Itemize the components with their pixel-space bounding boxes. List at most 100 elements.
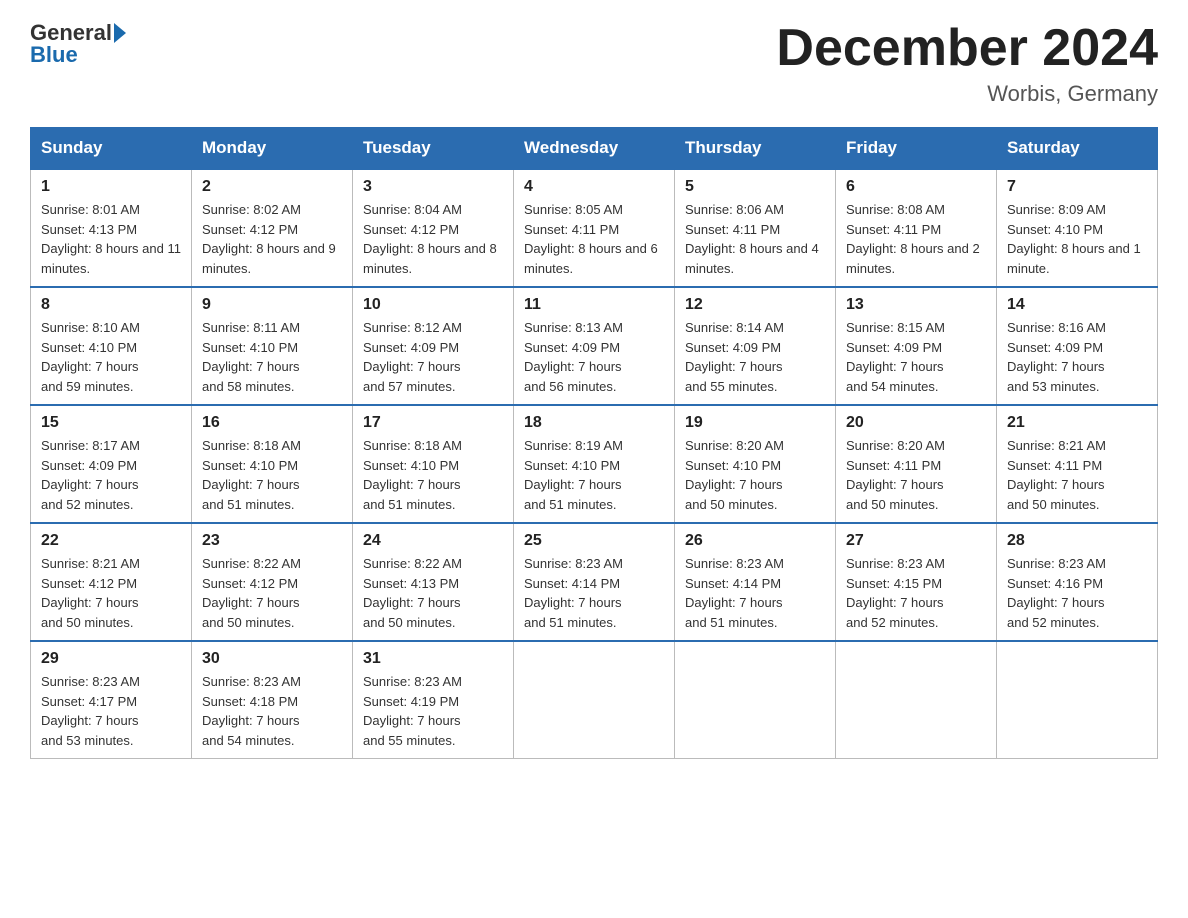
month-title: December 2024 bbox=[776, 20, 1158, 77]
day-number: 9 bbox=[202, 296, 342, 314]
day-number: 29 bbox=[41, 650, 181, 668]
col-sunday: Sunday bbox=[31, 128, 192, 170]
table-row: 13 Sunrise: 8:15 AM Sunset: 4:09 PM Dayl… bbox=[836, 287, 997, 405]
table-row: 27 Sunrise: 8:23 AM Sunset: 4:15 PM Dayl… bbox=[836, 523, 997, 641]
table-row: 16 Sunrise: 8:18 AM Sunset: 4:10 PM Dayl… bbox=[192, 405, 353, 523]
day-info: Sunrise: 8:20 AM Sunset: 4:11 PM Dayligh… bbox=[846, 436, 986, 514]
day-number: 17 bbox=[363, 414, 503, 432]
table-row: 25 Sunrise: 8:23 AM Sunset: 4:14 PM Dayl… bbox=[514, 523, 675, 641]
table-row: 18 Sunrise: 8:19 AM Sunset: 4:10 PM Dayl… bbox=[514, 405, 675, 523]
table-row: 19 Sunrise: 8:20 AM Sunset: 4:10 PM Dayl… bbox=[675, 405, 836, 523]
day-number: 2 bbox=[202, 178, 342, 196]
day-info: Sunrise: 8:06 AM Sunset: 4:11 PM Dayligh… bbox=[685, 200, 825, 278]
day-info: Sunrise: 8:20 AM Sunset: 4:10 PM Dayligh… bbox=[685, 436, 825, 514]
table-row: 4 Sunrise: 8:05 AM Sunset: 4:11 PM Dayli… bbox=[514, 169, 675, 287]
day-info: Sunrise: 8:21 AM Sunset: 4:11 PM Dayligh… bbox=[1007, 436, 1147, 514]
table-row: 1 Sunrise: 8:01 AM Sunset: 4:13 PM Dayli… bbox=[31, 169, 192, 287]
day-info: Sunrise: 8:23 AM Sunset: 4:16 PM Dayligh… bbox=[1007, 554, 1147, 632]
table-row: 30 Sunrise: 8:23 AM Sunset: 4:18 PM Dayl… bbox=[192, 641, 353, 759]
day-number: 24 bbox=[363, 532, 503, 550]
col-tuesday: Tuesday bbox=[353, 128, 514, 170]
day-info: Sunrise: 8:13 AM Sunset: 4:09 PM Dayligh… bbox=[524, 318, 664, 396]
logo-arrow-icon bbox=[114, 23, 126, 43]
week-row-4: 22 Sunrise: 8:21 AM Sunset: 4:12 PM Dayl… bbox=[31, 523, 1158, 641]
day-number: 20 bbox=[846, 414, 986, 432]
day-number: 10 bbox=[363, 296, 503, 314]
table-row: 24 Sunrise: 8:22 AM Sunset: 4:13 PM Dayl… bbox=[353, 523, 514, 641]
day-number: 8 bbox=[41, 296, 181, 314]
day-info: Sunrise: 8:10 AM Sunset: 4:10 PM Dayligh… bbox=[41, 318, 181, 396]
week-row-2: 8 Sunrise: 8:10 AM Sunset: 4:10 PM Dayli… bbox=[31, 287, 1158, 405]
day-number: 26 bbox=[685, 532, 825, 550]
day-info: Sunrise: 8:02 AM Sunset: 4:12 PM Dayligh… bbox=[202, 200, 342, 278]
day-info: Sunrise: 8:17 AM Sunset: 4:09 PM Dayligh… bbox=[41, 436, 181, 514]
calendar-table: Sunday Monday Tuesday Wednesday Thursday… bbox=[30, 127, 1158, 759]
day-info: Sunrise: 8:23 AM Sunset: 4:14 PM Dayligh… bbox=[524, 554, 664, 632]
logo: General Blue bbox=[30, 20, 128, 68]
page-header: General Blue December 2024 Worbis, Germa… bbox=[30, 20, 1158, 107]
table-row: 5 Sunrise: 8:06 AM Sunset: 4:11 PM Dayli… bbox=[675, 169, 836, 287]
title-block: December 2024 Worbis, Germany bbox=[776, 20, 1158, 107]
day-number: 16 bbox=[202, 414, 342, 432]
week-row-1: 1 Sunrise: 8:01 AM Sunset: 4:13 PM Dayli… bbox=[31, 169, 1158, 287]
day-info: Sunrise: 8:15 AM Sunset: 4:09 PM Dayligh… bbox=[846, 318, 986, 396]
table-row: 11 Sunrise: 8:13 AM Sunset: 4:09 PM Dayl… bbox=[514, 287, 675, 405]
table-row: 9 Sunrise: 8:11 AM Sunset: 4:10 PM Dayli… bbox=[192, 287, 353, 405]
day-info: Sunrise: 8:09 AM Sunset: 4:10 PM Dayligh… bbox=[1007, 200, 1147, 278]
week-row-3: 15 Sunrise: 8:17 AM Sunset: 4:09 PM Dayl… bbox=[31, 405, 1158, 523]
day-number: 15 bbox=[41, 414, 181, 432]
table-row: 20 Sunrise: 8:20 AM Sunset: 4:11 PM Dayl… bbox=[836, 405, 997, 523]
table-row: 17 Sunrise: 8:18 AM Sunset: 4:10 PM Dayl… bbox=[353, 405, 514, 523]
table-row: 21 Sunrise: 8:21 AM Sunset: 4:11 PM Dayl… bbox=[997, 405, 1158, 523]
day-number: 25 bbox=[524, 532, 664, 550]
col-monday: Monday bbox=[192, 128, 353, 170]
day-info: Sunrise: 8:23 AM Sunset: 4:14 PM Dayligh… bbox=[685, 554, 825, 632]
day-number: 6 bbox=[846, 178, 986, 196]
day-number: 18 bbox=[524, 414, 664, 432]
table-row: 3 Sunrise: 8:04 AM Sunset: 4:12 PM Dayli… bbox=[353, 169, 514, 287]
table-row: 12 Sunrise: 8:14 AM Sunset: 4:09 PM Dayl… bbox=[675, 287, 836, 405]
day-number: 5 bbox=[685, 178, 825, 196]
col-friday: Friday bbox=[836, 128, 997, 170]
logo-blue-text: Blue bbox=[30, 42, 78, 68]
day-info: Sunrise: 8:18 AM Sunset: 4:10 PM Dayligh… bbox=[363, 436, 503, 514]
day-info: Sunrise: 8:01 AM Sunset: 4:13 PM Dayligh… bbox=[41, 200, 181, 278]
day-number: 3 bbox=[363, 178, 503, 196]
day-number: 30 bbox=[202, 650, 342, 668]
day-number: 12 bbox=[685, 296, 825, 314]
table-row: 15 Sunrise: 8:17 AM Sunset: 4:09 PM Dayl… bbox=[31, 405, 192, 523]
table-row bbox=[997, 641, 1158, 759]
day-info: Sunrise: 8:14 AM Sunset: 4:09 PM Dayligh… bbox=[685, 318, 825, 396]
table-row: 8 Sunrise: 8:10 AM Sunset: 4:10 PM Dayli… bbox=[31, 287, 192, 405]
table-row: 2 Sunrise: 8:02 AM Sunset: 4:12 PM Dayli… bbox=[192, 169, 353, 287]
day-info: Sunrise: 8:18 AM Sunset: 4:10 PM Dayligh… bbox=[202, 436, 342, 514]
table-row: 7 Sunrise: 8:09 AM Sunset: 4:10 PM Dayli… bbox=[997, 169, 1158, 287]
day-number: 21 bbox=[1007, 414, 1147, 432]
day-info: Sunrise: 8:11 AM Sunset: 4:10 PM Dayligh… bbox=[202, 318, 342, 396]
week-row-5: 29 Sunrise: 8:23 AM Sunset: 4:17 PM Dayl… bbox=[31, 641, 1158, 759]
day-info: Sunrise: 8:23 AM Sunset: 4:19 PM Dayligh… bbox=[363, 672, 503, 750]
day-number: 31 bbox=[363, 650, 503, 668]
day-number: 7 bbox=[1007, 178, 1147, 196]
day-info: Sunrise: 8:19 AM Sunset: 4:10 PM Dayligh… bbox=[524, 436, 664, 514]
calendar-header-row: Sunday Monday Tuesday Wednesday Thursday… bbox=[31, 128, 1158, 170]
day-info: Sunrise: 8:12 AM Sunset: 4:09 PM Dayligh… bbox=[363, 318, 503, 396]
day-info: Sunrise: 8:04 AM Sunset: 4:12 PM Dayligh… bbox=[363, 200, 503, 278]
col-saturday: Saturday bbox=[997, 128, 1158, 170]
table-row bbox=[675, 641, 836, 759]
day-number: 1 bbox=[41, 178, 181, 196]
table-row: 6 Sunrise: 8:08 AM Sunset: 4:11 PM Dayli… bbox=[836, 169, 997, 287]
table-row: 29 Sunrise: 8:23 AM Sunset: 4:17 PM Dayl… bbox=[31, 641, 192, 759]
table-row bbox=[836, 641, 997, 759]
day-number: 14 bbox=[1007, 296, 1147, 314]
location-subtitle: Worbis, Germany bbox=[776, 81, 1158, 107]
day-number: 22 bbox=[41, 532, 181, 550]
col-thursday: Thursday bbox=[675, 128, 836, 170]
table-row: 22 Sunrise: 8:21 AM Sunset: 4:12 PM Dayl… bbox=[31, 523, 192, 641]
day-info: Sunrise: 8:23 AM Sunset: 4:15 PM Dayligh… bbox=[846, 554, 986, 632]
day-number: 27 bbox=[846, 532, 986, 550]
day-info: Sunrise: 8:23 AM Sunset: 4:17 PM Dayligh… bbox=[41, 672, 181, 750]
table-row: 31 Sunrise: 8:23 AM Sunset: 4:19 PM Dayl… bbox=[353, 641, 514, 759]
table-row: 14 Sunrise: 8:16 AM Sunset: 4:09 PM Dayl… bbox=[997, 287, 1158, 405]
day-info: Sunrise: 8:05 AM Sunset: 4:11 PM Dayligh… bbox=[524, 200, 664, 278]
